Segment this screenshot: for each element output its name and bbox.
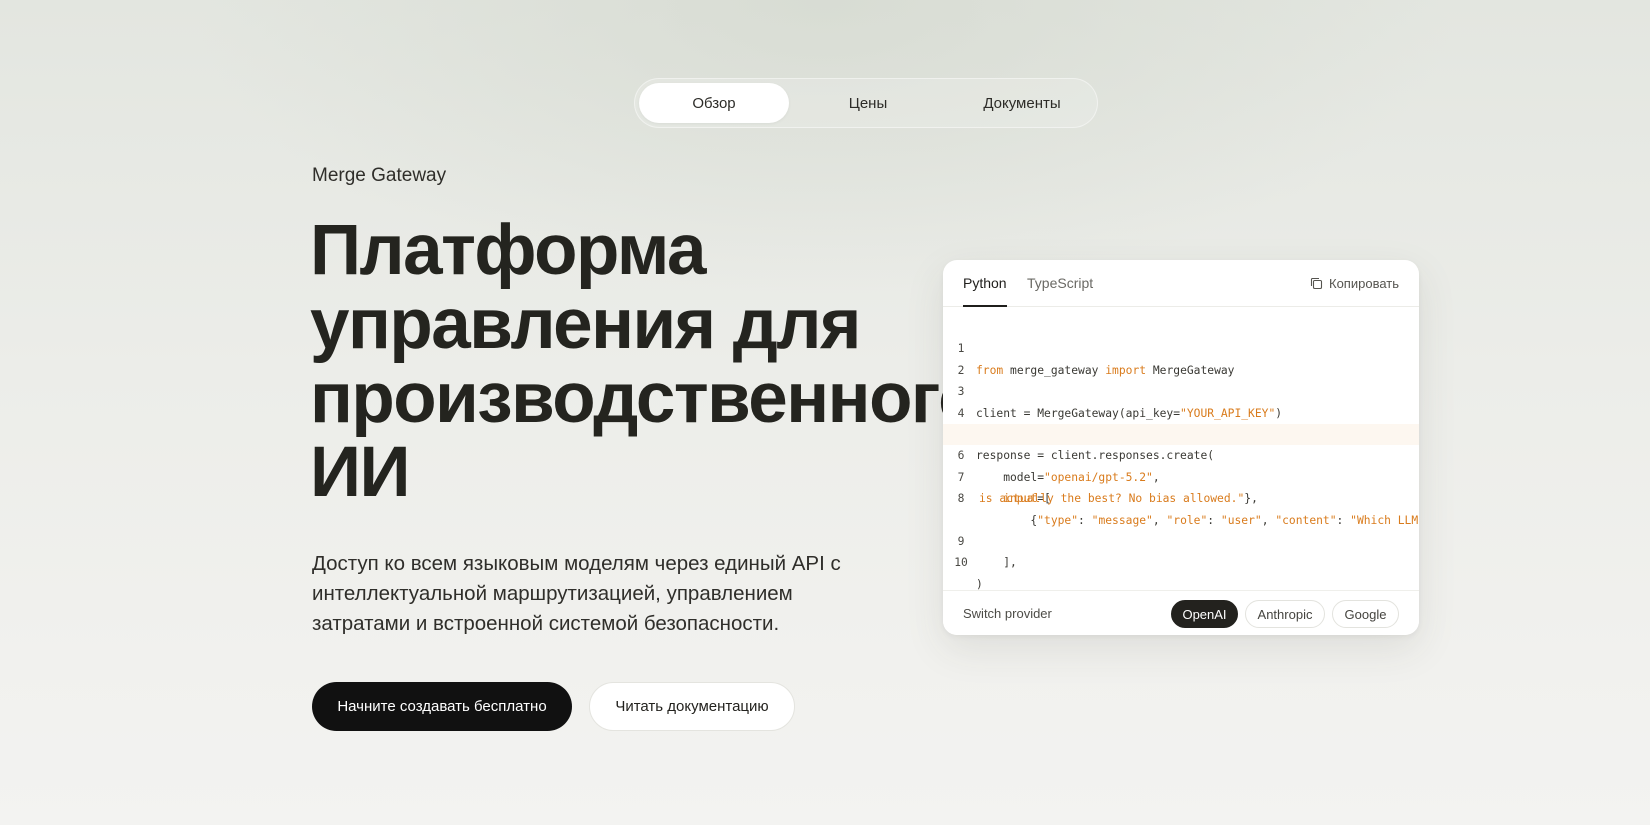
code-line: 3 client = MergeGateway(api_key="YOUR_AP… [943,360,1419,419]
code-block: 1 from merge_gateway import MergeGateway… [943,317,1419,591]
line-number: 8 [957,492,965,506]
top-nav-tabs: Обзор Цены Документы [634,78,1098,128]
code-line-highlighted: 6 model="openai/gpt-5.2", [943,423,1419,484]
code-line: 5 response = client.responses.create( [943,403,1419,462]
code-card-header: Python TypeScript Копировать [943,260,1419,307]
switch-provider-label: Switch provider [963,606,1052,621]
hero-title: Платформа управления для производственно… [310,214,950,510]
hero-title-line: Платформа [310,214,706,290]
code-line: 7 input=[ [943,445,1419,505]
provider-anthropic-button[interactable]: Anthropic [1245,600,1325,628]
code-text-wrapped: is actually the best? No bias allowed."}… [979,492,1258,506]
hero-title-line: ИИ [310,433,411,510]
tab-typescript[interactable]: TypeScript [1027,260,1093,306]
product-name: Merge Gateway [312,165,447,186]
hero-subtitle: Доступ ко всем языковым моделям через ед… [312,552,841,635]
tab-python[interactable]: Python [963,260,1007,307]
copy-icon [1310,277,1323,289]
line-number: 10 [954,556,968,570]
provider-openai-button[interactable]: OpenAI [1171,600,1238,628]
code-line: 9 ], [943,510,1419,569]
tab-pricing[interactable]: Цены [793,83,943,123]
provider-switcher: Switch provider OpenAI Anthropic Google [943,590,1419,635]
tab-docs[interactable]: Документы [947,83,1097,123]
tab-overview[interactable]: Обзор [639,83,789,123]
code-line: 10 ) [943,531,1419,590]
code-example-card: Python TypeScript Копировать 1 from merg… [943,260,1419,635]
code-line: 4 [943,381,1419,420]
code-line: 2 [943,338,1419,377]
hero-title-line: управления для [310,285,861,364]
provider-google-button[interactable]: Google [1332,600,1399,628]
start-free-button[interactable]: Начните создавать бесплатно [312,682,572,731]
copy-label: Копировать [1329,275,1399,291]
hero-title-line: производственного [310,359,950,438]
code-line: 1 from merge_gateway import MergeGateway [943,317,1419,376]
copy-button[interactable]: Копировать [1310,260,1399,306]
read-docs-button[interactable]: Читать документацию [589,682,795,731]
code-line: 8 {"type": "message", "role": "user", "c… [943,467,1419,526]
